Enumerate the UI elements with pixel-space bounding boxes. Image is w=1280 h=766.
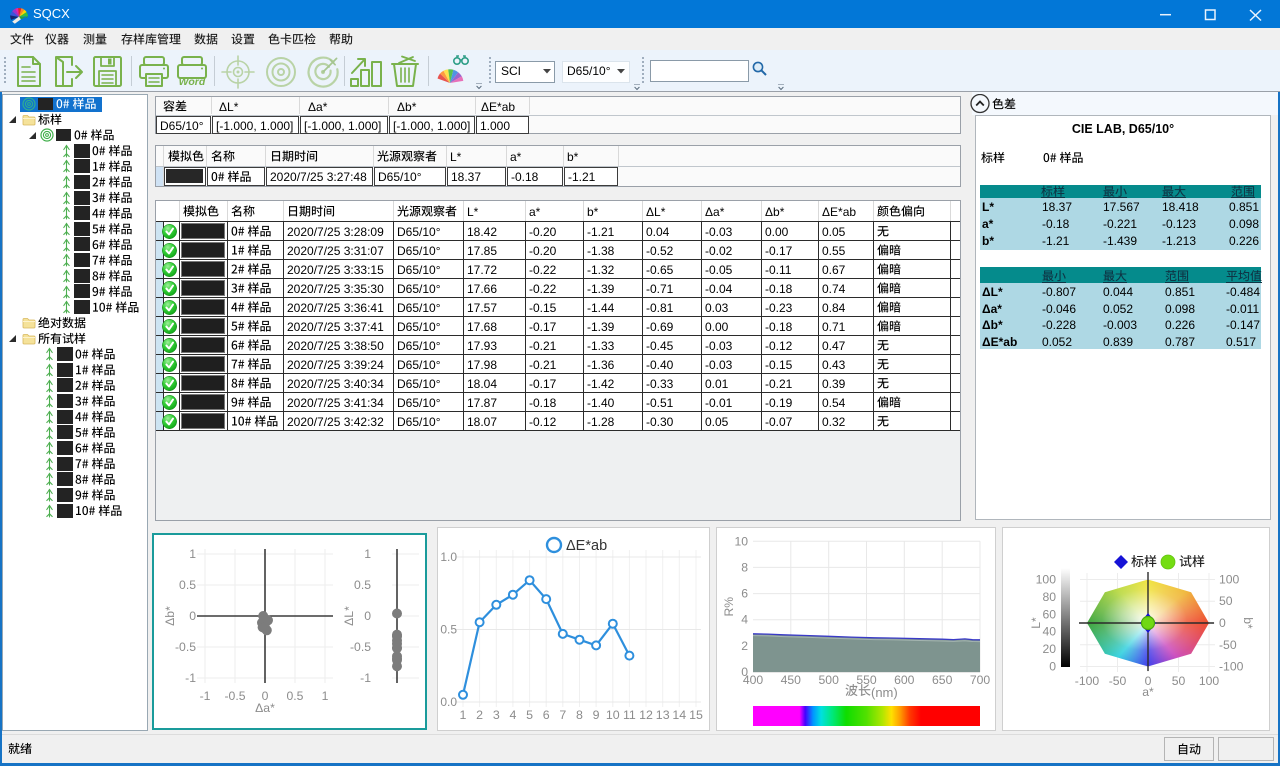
svg-text:-1: -1 — [185, 671, 196, 685]
svg-text:0.5: 0.5 — [354, 578, 371, 592]
svg-text:1: 1 — [364, 547, 371, 561]
svg-text:0.5: 0.5 — [287, 689, 304, 703]
svg-text:-0.5: -0.5 — [224, 689, 245, 703]
svg-text:14: 14 — [672, 708, 686, 722]
svg-text:Δb*: Δb* — [163, 606, 177, 626]
svg-text:20: 20 — [1042, 642, 1056, 656]
svg-text:2: 2 — [476, 708, 483, 722]
svg-text:60: 60 — [1042, 607, 1056, 621]
svg-text:-0.5: -0.5 — [350, 640, 371, 654]
svg-text:6: 6 — [741, 587, 748, 601]
svg-text:8: 8 — [576, 708, 583, 722]
svg-text:0.5: 0.5 — [179, 578, 196, 592]
svg-text:13: 13 — [656, 708, 670, 722]
svg-text:1: 1 — [460, 708, 467, 722]
svg-text:500: 500 — [819, 673, 840, 687]
svg-text:10: 10 — [606, 708, 620, 722]
svg-text:11: 11 — [623, 708, 636, 722]
svg-text:10: 10 — [734, 534, 748, 548]
svg-text:1: 1 — [322, 689, 329, 703]
svg-text:400: 400 — [743, 673, 764, 687]
svg-text:0.5: 0.5 — [440, 623, 457, 637]
svg-text:ΔE*ab: ΔE*ab — [566, 538, 607, 554]
svg-text:ΔL*: ΔL* — [342, 606, 356, 626]
svg-text:Word: Word — [179, 76, 206, 88]
svg-text:9: 9 — [593, 708, 600, 722]
svg-text:700: 700 — [970, 673, 991, 687]
svg-text:0: 0 — [364, 609, 371, 623]
svg-text:15: 15 — [689, 708, 703, 722]
svg-text:Δa*: Δa* — [255, 701, 275, 715]
svg-text:450: 450 — [781, 673, 802, 687]
svg-text:650: 650 — [932, 673, 953, 687]
svg-text:12: 12 — [639, 708, 653, 722]
svg-text:1: 1 — [189, 547, 196, 561]
svg-text:0: 0 — [1049, 660, 1056, 674]
svg-text:7: 7 — [559, 708, 566, 722]
svg-text:L*: L* — [1029, 617, 1043, 629]
svg-text:0.0: 0.0 — [440, 695, 457, 709]
svg-text:-0.5: -0.5 — [175, 640, 196, 654]
svg-text:3: 3 — [493, 708, 500, 722]
svg-text:4: 4 — [509, 708, 516, 722]
svg-text:1.0: 1.0 — [440, 550, 457, 564]
svg-text:2: 2 — [741, 639, 748, 653]
svg-text:40: 40 — [1042, 625, 1056, 639]
svg-text:b*: b* — [1241, 617, 1255, 629]
svg-text:6: 6 — [543, 708, 550, 722]
svg-text:8: 8 — [741, 560, 748, 574]
svg-text:0: 0 — [189, 609, 196, 623]
svg-text:80: 80 — [1042, 590, 1056, 604]
svg-text:100: 100 — [1036, 573, 1057, 587]
svg-text:-1: -1 — [200, 689, 211, 703]
svg-text:-1: -1 — [360, 671, 371, 685]
svg-text:5: 5 — [526, 708, 533, 722]
svg-text:4: 4 — [741, 613, 748, 627]
svg-text:R%: R% — [722, 597, 736, 617]
svg-text:a*: a* — [1142, 685, 1154, 699]
